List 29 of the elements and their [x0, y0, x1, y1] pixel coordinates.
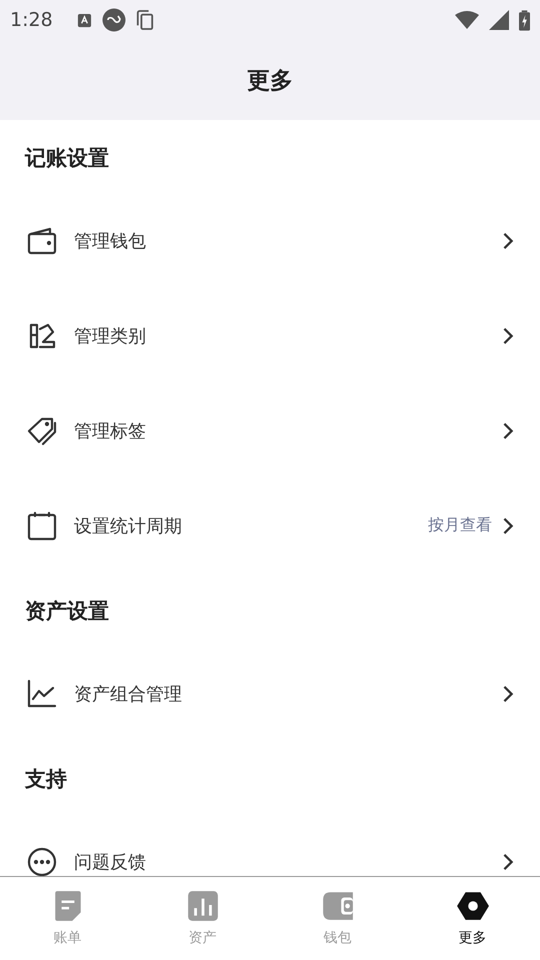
line-chart-icon: [26, 678, 58, 710]
status-time: 1:28: [10, 9, 53, 31]
settings-item[interactable]: 设置统计周期 按月查看: [0, 478, 540, 573]
chevron-icon: [502, 852, 514, 870]
section-title: 记账设置: [25, 145, 109, 172]
settings-item[interactable]: 资产组合管理: [0, 646, 540, 741]
bar-chart-icon: [186, 889, 220, 923]
settings-item[interactable]: 管理钱包: [0, 193, 540, 288]
section-title: 资产设置: [25, 598, 109, 625]
section-title: 支持: [25, 766, 67, 793]
page-title: 更多: [247, 66, 293, 96]
wifi-icon: [455, 11, 479, 29]
chevron-icon: [502, 232, 514, 250]
chat-icon: [26, 846, 58, 876]
chevron-icon: [502, 422, 514, 440]
settings-item[interactable]: 管理标签: [0, 383, 540, 478]
settings-item[interactable]: 问题反馈: [0, 814, 540, 876]
chevron-icon: [502, 516, 514, 534]
calendar-icon: [26, 510, 58, 542]
battery-icon: [519, 10, 530, 30]
settings-item[interactable]: 管理类别: [0, 288, 540, 383]
chevron-icon: [502, 326, 514, 344]
chevron-icon: [502, 684, 514, 702]
nav-tab[interactable]: 更多: [405, 877, 540, 960]
keyboard-icon: [76, 12, 92, 28]
hexagon-icon: [456, 889, 490, 923]
copy-icon: [136, 10, 154, 30]
signal-icon: [489, 10, 509, 30]
wallet-icon: [320, 889, 354, 923]
